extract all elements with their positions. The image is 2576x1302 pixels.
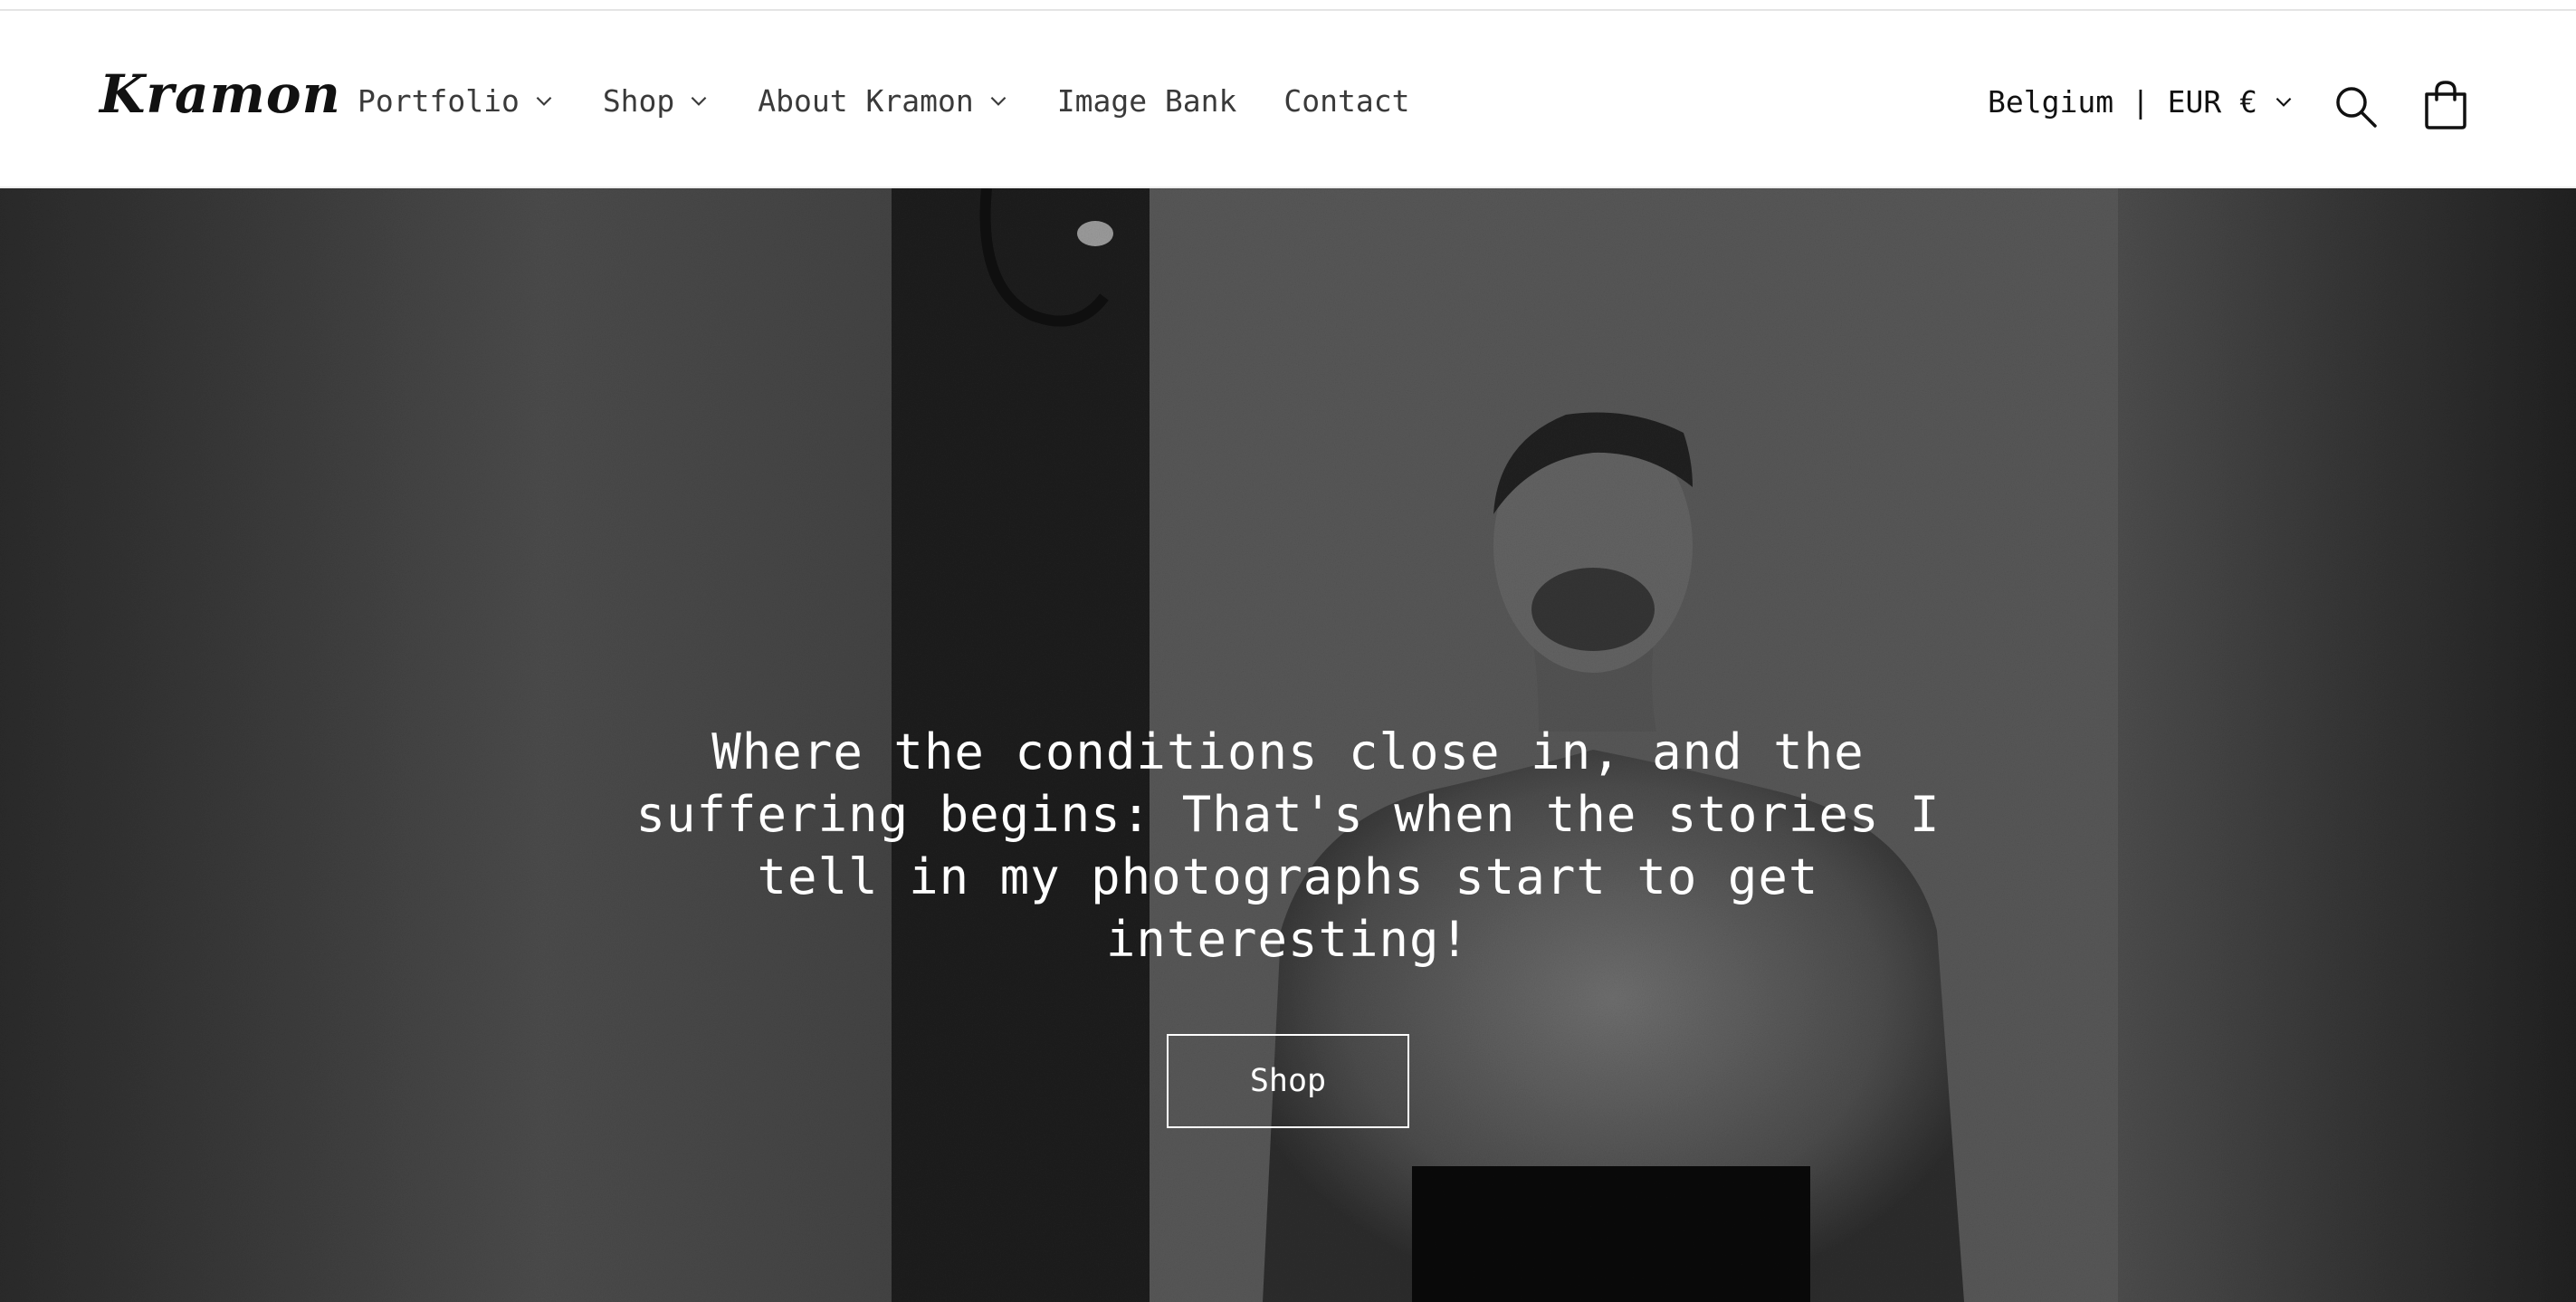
nav-item-label: Portfolio [358, 82, 520, 119]
site-logo[interactable]: Kramon [100, 63, 341, 125]
cart-icon [2425, 81, 2466, 129]
nav-item-label: Shop [602, 82, 675, 119]
localization-label: Belgium | EUR € [1988, 83, 2258, 120]
nav-item-label: Contact [1283, 82, 1410, 119]
nav-item-about-kramon[interactable]: About Kramon [758, 83, 1009, 119]
hero-heading: Where the conditions close in, and the s… [635, 723, 1941, 968]
nav-item-portfolio[interactable]: Portfolio [358, 83, 556, 119]
nav-item-image-bank[interactable]: Image Bank [1057, 83, 1237, 119]
main-navigation: Portfolio Shop About Kramon Image Bank C… [358, 72, 1456, 129]
site-header: Kramon Portfolio Shop About Kramon Image… [0, 11, 2576, 188]
hero-content: Where the conditions close in, and the s… [588, 721, 1988, 1128]
nav-item-label: About Kramon [758, 82, 974, 119]
cart-button[interactable] [2419, 78, 2473, 132]
chevron-down-icon [536, 96, 552, 106]
search-button[interactable] [2331, 81, 2381, 132]
shop-button[interactable]: Shop [1167, 1034, 1409, 1128]
hero-banner: Where the conditions close in, and the s… [0, 188, 2576, 1302]
nav-item-label: Image Bank [1056, 82, 1237, 119]
nav-item-shop[interactable]: Shop [603, 83, 711, 119]
chevron-down-icon [2275, 97, 2292, 107]
top-announcement-bar [0, 0, 2576, 11]
chevron-down-icon [990, 96, 1007, 106]
search-icon [2336, 87, 2377, 128]
chevron-down-icon [691, 96, 707, 106]
country-currency-selector[interactable]: Belgium | EUR € [1988, 74, 2295, 129]
nav-item-contact[interactable]: Contact [1283, 83, 1409, 119]
